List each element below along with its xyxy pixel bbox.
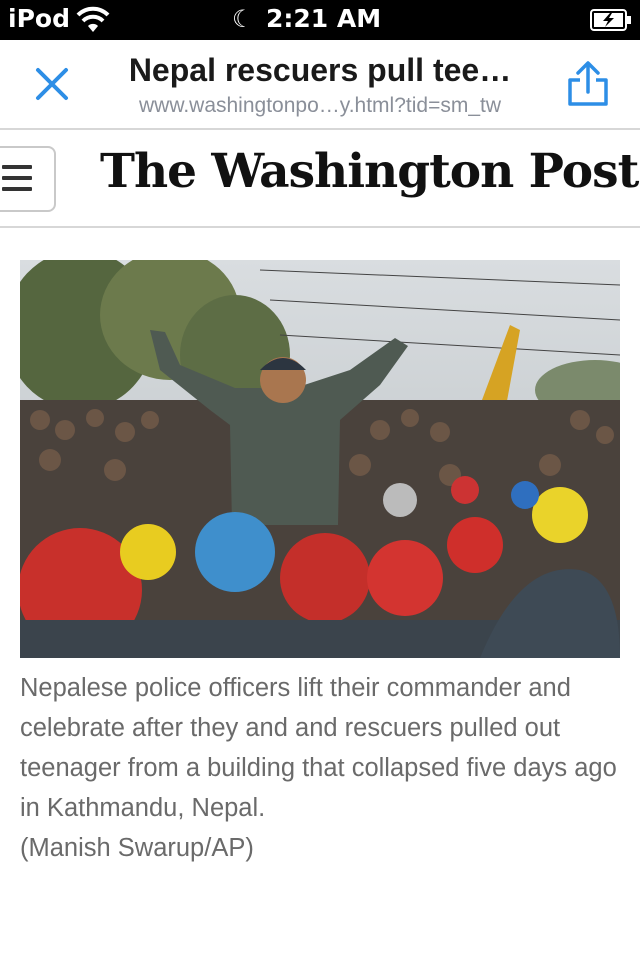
carrier-label: iPod	[8, 4, 70, 33]
close-icon[interactable]	[32, 64, 72, 104]
clock-time: 2:21 AM	[266, 4, 382, 33]
photo-caption: Nepalese police officers lift their comm…	[20, 668, 620, 868]
page-url: www.washingtonpo…y.html?tid=sm_tw	[138, 94, 501, 117]
hamburger-menu-icon[interactable]	[0, 146, 56, 212]
photo-credit: (Manish Swarup/AP)	[20, 834, 254, 862]
page-title: Nepal rescuers pull tee…	[128, 52, 512, 88]
status-bar: iPod ☾ 2:21 AM	[0, 0, 640, 40]
share-icon[interactable]	[566, 60, 610, 108]
do-not-disturb-moon-icon: ☾	[232, 6, 254, 33]
wifi-icon	[76, 6, 110, 32]
site-logo[interactable]: The Washington Post	[100, 144, 639, 199]
article-photo[interactable]	[20, 260, 620, 658]
nav-header: Nepal rescuers pull tee… www.washingtonp…	[0, 40, 640, 130]
caption-text: Nepalese police officers lift their comm…	[20, 674, 617, 822]
masthead: The Washington Post	[0, 130, 640, 228]
battery-charging-icon	[590, 9, 631, 31]
